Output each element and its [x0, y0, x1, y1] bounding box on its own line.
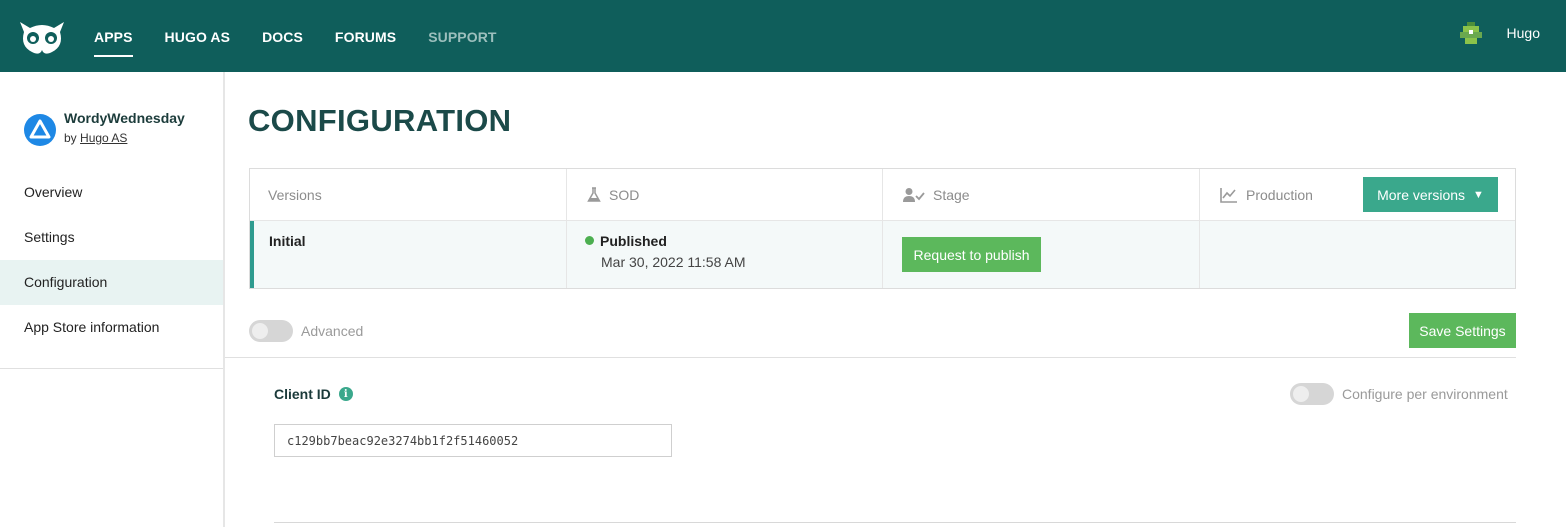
sod-column-header: SOD: [587, 187, 639, 203]
more-versions-label: More versions: [1377, 186, 1466, 203]
status-dot-icon: [585, 235, 594, 245]
more-versions-button[interactable]: More versions ▼: [1363, 177, 1498, 212]
nav-support[interactable]: SUPPORT: [428, 0, 496, 72]
versions-column-header: Versions: [268, 187, 322, 203]
version-row-accent: [250, 221, 254, 288]
column-divider: [882, 169, 883, 288]
user-name: Hugo: [1506, 25, 1540, 41]
flask-icon: [587, 187, 601, 202]
versions-table: Versions SOD Stage Production More versi…: [249, 168, 1516, 289]
request-to-publish-button[interactable]: Request to publish: [902, 237, 1041, 272]
section-divider-bottom: [274, 522, 1516, 523]
section-divider: [225, 357, 1516, 358]
client-id-input[interactable]: [274, 424, 672, 457]
versions-header-label: Versions: [268, 187, 322, 203]
line-chart-icon: [1220, 188, 1237, 203]
column-divider: [1199, 169, 1200, 288]
production-header-label: Production: [1246, 187, 1313, 203]
nav-hugo-as[interactable]: HUGO AS: [165, 0, 231, 72]
version-status: Published: [585, 233, 667, 249]
app-author-link[interactable]: Hugo AS: [80, 131, 127, 145]
user-menu[interactable]: Hugo: [1459, 22, 1540, 44]
sidebar-item-settings[interactable]: Settings: [0, 215, 223, 260]
nav-apps[interactable]: APPS: [94, 0, 133, 72]
sidebar-item-app-store-information[interactable]: App Store information: [0, 305, 223, 350]
configure-per-environment-label: Configure per environment: [1342, 386, 1508, 402]
client-id-label-text: Client ID: [274, 386, 331, 402]
sidebar-divider: [0, 368, 223, 369]
stage-column-header: Stage: [903, 187, 970, 203]
app-author-prefix: by: [64, 131, 77, 145]
user-check-icon: [903, 188, 925, 202]
save-settings-button[interactable]: Save Settings: [1409, 313, 1516, 348]
sidebar: WordyWednesday by Hugo AS Overview Setti…: [0, 72, 225, 527]
advanced-toggle[interactable]: [249, 320, 293, 342]
nav-forums[interactable]: FORUMS: [335, 0, 396, 72]
version-name: Initial: [269, 233, 306, 249]
sidebar-item-overview[interactable]: Overview: [0, 170, 223, 215]
pixel-avatar-icon: [1459, 22, 1482, 44]
app-name: WordyWednesday: [64, 110, 185, 126]
nav-docs[interactable]: DOCS: [262, 0, 303, 72]
page-title: CONFIGURATION: [248, 103, 512, 138]
app-logo-icon: [24, 114, 56, 146]
owl-logo-icon[interactable]: [18, 18, 66, 56]
main-nav: APPS HUGO AS DOCS FORUMS SUPPORT: [94, 0, 529, 72]
client-id-label: Client ID i: [274, 386, 353, 402]
column-divider: [566, 169, 567, 288]
app-header: WordyWednesday by Hugo AS: [24, 110, 185, 146]
advanced-label: Advanced: [301, 323, 364, 339]
version-published-date: Mar 30, 2022 11:58 AM: [601, 254, 746, 270]
caret-down-icon: ▼: [1473, 188, 1484, 201]
configure-per-environment-toggle[interactable]: [1290, 383, 1334, 405]
stage-header-label: Stage: [933, 187, 970, 203]
info-icon[interactable]: i: [338, 387, 353, 401]
app-author: by Hugo AS: [64, 131, 185, 145]
top-navbar: APPS HUGO AS DOCS FORUMS SUPPORT Hugo: [0, 0, 1566, 72]
sidebar-menu: Overview Settings Configuration App Stor…: [0, 170, 223, 350]
version-status-label: Published: [600, 233, 667, 249]
sod-header-label: SOD: [609, 187, 640, 203]
production-column-header: Production: [1220, 187, 1313, 203]
sidebar-item-configuration[interactable]: Configuration: [0, 260, 223, 305]
